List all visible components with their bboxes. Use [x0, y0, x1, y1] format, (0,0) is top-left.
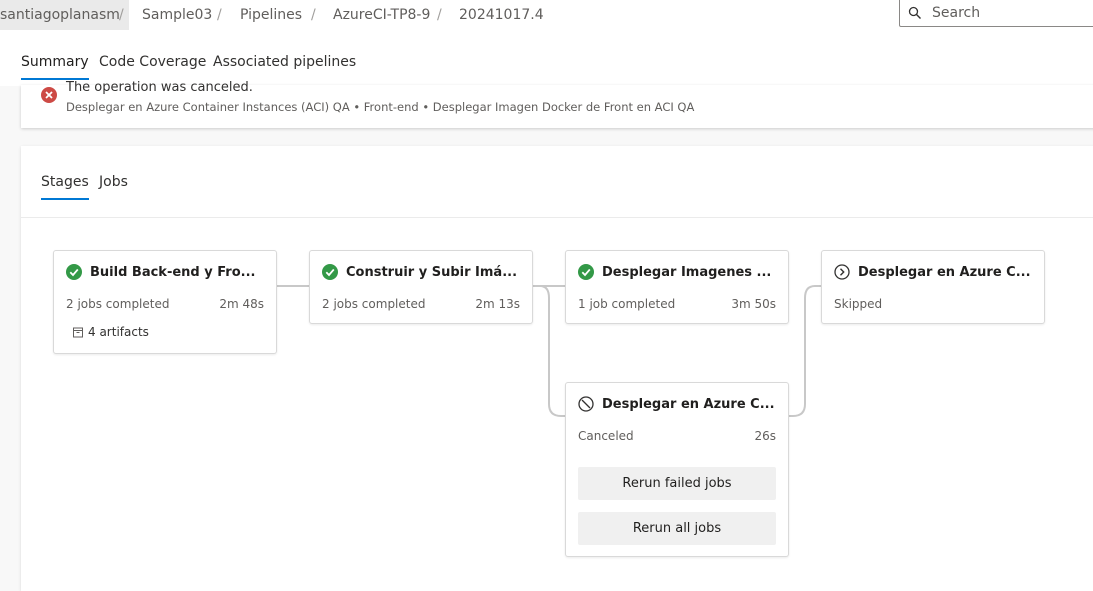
- breadcrumb-separator: /: [119, 7, 124, 23]
- breadcrumb-separator: /: [437, 7, 442, 23]
- breadcrumb-pipelines[interactable]: Pipelines: [240, 0, 302, 30]
- stage-name: Construir y Subir Imá...: [346, 265, 518, 280]
- stage-status: Canceled: [578, 429, 634, 443]
- search-placeholder: Search: [932, 5, 981, 21]
- stage-connectors: [277, 285, 821, 417]
- stage-card-construir[interactable]: Construir y Subir Imá... 2 jobs complete…: [309, 250, 533, 324]
- stages-panel: Stages Jobs Build Back-end y Fro... 2 jo…: [21, 146, 1093, 591]
- stage-name: Desplegar en Azure C...: [602, 397, 775, 412]
- banner-detail[interactable]: Desplegar en Azure Container Instances (…: [66, 100, 694, 114]
- breadcrumb-project[interactable]: Sample03: [142, 0, 212, 30]
- stage-duration: 2m 48s: [219, 297, 264, 311]
- summary-tabs: Summary Code Coverage Associated pipelin…: [0, 38, 1093, 86]
- stage-status: 2 jobs completed: [66, 297, 170, 311]
- canceled-icon: [578, 396, 594, 412]
- tab-associated-pipelines[interactable]: Associated pipelines: [213, 54, 356, 70]
- stage-status: 1 job completed: [578, 297, 676, 311]
- error-icon: [41, 87, 57, 103]
- stage-status: 2 jobs completed: [322, 297, 426, 311]
- success-icon: [578, 264, 594, 280]
- stage-duration: 26s: [754, 429, 776, 443]
- error-banner: The operation was canceled. Desplegar en…: [21, 80, 1093, 128]
- rerun-all-jobs-button[interactable]: Rerun all jobs: [578, 512, 776, 545]
- stage-card-desplegar-azure-skipped[interactable]: Desplegar en Azure C... Skipped: [821, 250, 1045, 324]
- rerun-failed-jobs-button[interactable]: Rerun failed jobs: [578, 467, 776, 500]
- search-icon: [908, 6, 921, 19]
- success-icon: [322, 264, 338, 280]
- search-box[interactable]: Search: [899, 0, 1093, 27]
- breadcrumb-separator: /: [311, 7, 316, 23]
- stage-card-desplegar-imagenes[interactable]: Desplegar Imagenes ... 1 job completed 3…: [565, 250, 789, 324]
- skipped-icon: [834, 264, 850, 280]
- success-icon: [66, 264, 82, 280]
- stage-name: Build Back-end y Fro...: [90, 265, 256, 280]
- artifacts-label: 4 artifacts: [88, 325, 149, 339]
- stage-name: Desplegar Imagenes ...: [602, 265, 772, 280]
- breadcrumb-org[interactable]: santiagoplanasm: [0, 0, 129, 30]
- breadcrumb-separator: /: [217, 7, 222, 23]
- tab-code-coverage[interactable]: Code Coverage: [99, 54, 206, 70]
- stage-card-desplegar-azure-canceled[interactable]: Desplegar en Azure C... Canceled 26s Rer…: [565, 382, 789, 557]
- top-bar: santiagoplanasm / Sample03 / Pipelines /…: [0, 0, 1093, 39]
- banner-title: The operation was canceled.: [66, 80, 253, 95]
- stage-duration: 3m 50s: [731, 297, 776, 311]
- tab-summary[interactable]: Summary: [21, 54, 89, 80]
- artifacts-link[interactable]: 4 artifacts: [72, 325, 149, 339]
- stage-name: Desplegar en Azure C...: [858, 265, 1031, 280]
- artifact-icon: [73, 327, 83, 338]
- breadcrumb-run[interactable]: 20241017.4: [459, 0, 544, 30]
- stage-status: Skipped: [834, 297, 883, 311]
- breadcrumb-pipeline[interactable]: AzureCI-TP8-9: [333, 0, 430, 30]
- stage-duration: 2m 13s: [475, 297, 520, 311]
- stage-card-build[interactable]: Build Back-end y Fro... 2 jobs completed…: [53, 250, 277, 354]
